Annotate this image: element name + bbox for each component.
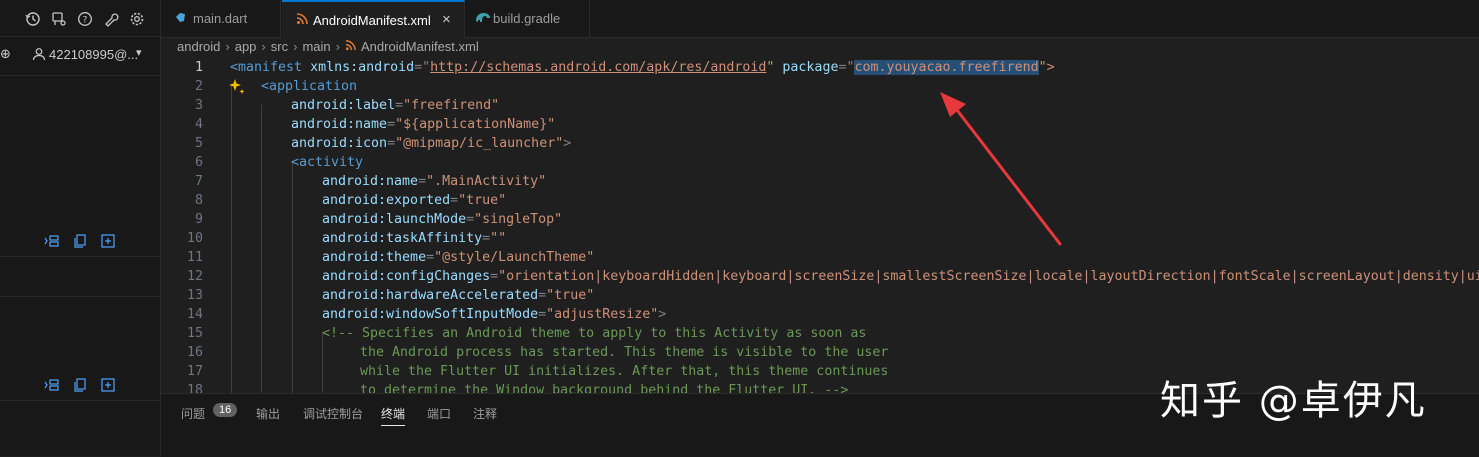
code-line: android:windowSoftInputMode="adjustResiz… — [322, 307, 667, 322]
divider — [0, 256, 160, 257]
code-line: android:hardwareAccelerated="true" — [322, 288, 595, 303]
new-icon[interactable] — [101, 378, 115, 392]
chevron-down-icon[interactable]: ▾ — [136, 46, 142, 59]
watermark: 知乎 @卓伊凡 — [1160, 378, 1427, 424]
line-number: 7 — [194, 174, 203, 189]
code-line: <manifest xmlns:android="http://schemas.… — [230, 60, 1055, 75]
breadcrumb-item[interactable]: app — [235, 39, 257, 54]
line-number: 4 — [194, 117, 203, 132]
divider — [0, 75, 160, 76]
history-icon[interactable] — [25, 11, 41, 27]
sidebar-toolbar: ? — [0, 0, 160, 37]
line-number: 6 — [194, 155, 203, 170]
account-name: 422108995@... — [49, 47, 139, 62]
line-number: 18 — [186, 383, 203, 393]
sidebar: ? ⊕ 422108995@... ▾ — [0, 0, 161, 456]
code-line: <activity — [291, 155, 364, 170]
close-icon[interactable]: × — [442, 11, 451, 28]
line-number: 11 — [186, 250, 203, 265]
code-line: android:label="freefirend" — [291, 98, 500, 113]
wrench-icon[interactable] — [103, 11, 119, 27]
section-actions — [40, 376, 160, 396]
account-row[interactable]: ⊕ 422108995@... ▾ — [0, 44, 160, 66]
code-line: android:icon="@mipmap/ic_launcher"> — [291, 136, 572, 151]
line-number: 12 — [186, 269, 203, 284]
line-number: 15 — [186, 326, 203, 341]
new-icon[interactable] — [101, 234, 115, 248]
code-line: android:taskAffinity="" — [322, 231, 507, 246]
indent-guide — [231, 86, 232, 393]
copy-icon[interactable] — [73, 234, 87, 248]
panel-tab-debug-console[interactable]: 调试控制台 — [303, 405, 363, 422]
divider — [0, 400, 160, 401]
user-icon — [32, 48, 46, 61]
indent-guide — [292, 162, 293, 393]
panel-tab-ports[interactable]: 端口 — [427, 405, 451, 422]
code-line: android:configChanges="orientation|keybo… — [322, 269, 1479, 284]
code-line: <!-- Specifies an Android theme to apply… — [322, 326, 867, 341]
rss-icon — [345, 40, 356, 51]
line-number: 9 — [194, 212, 203, 227]
line-number: 14 — [186, 307, 203, 322]
editor-tabs: main.dart AndroidManifest.xml × build.gr… — [161, 0, 1479, 38]
rss-icon — [296, 13, 308, 25]
collapse-icon[interactable] — [44, 234, 59, 248]
code-line: android:name="${applicationName}" — [291, 117, 556, 132]
code-line: android:exported="true" — [322, 193, 507, 208]
elephant-icon — [476, 13, 490, 22]
add-icon[interactable]: ⊕ — [0, 46, 11, 62]
copy-icon[interactable] — [73, 378, 87, 392]
line-number: 10 — [186, 231, 203, 246]
line-number: 13 — [186, 288, 203, 303]
panel-tab-terminal[interactable]: 终端 — [381, 405, 406, 426]
panel-tab-comments[interactable]: 注释 — [473, 405, 497, 422]
code-line: android:launchMode="singleTop" — [322, 212, 563, 227]
tab-build-gradle[interactable]: build.gradle — [466, 0, 590, 37]
pull-request-icon[interactable] — [51, 11, 67, 27]
collapse-icon[interactable] — [44, 378, 59, 392]
section-actions — [40, 232, 160, 252]
sparkle-icon[interactable] — [228, 78, 246, 96]
breadcrumb-item[interactable]: android — [177, 39, 220, 54]
gear-icon[interactable] — [129, 11, 145, 27]
line-number: 8 — [194, 193, 203, 208]
line-number: 16 — [186, 345, 203, 360]
svg-text:?: ? — [83, 16, 88, 26]
breadcrumb-item[interactable]: main — [302, 39, 330, 54]
line-number: 1 — [194, 60, 203, 75]
code-line: while the Flutter UI initializes. After … — [360, 364, 889, 379]
code-line: android:theme="@style/LaunchTheme" — [322, 250, 595, 265]
line-number: 5 — [194, 136, 203, 151]
tab-main-dart[interactable]: main.dart — [161, 0, 281, 37]
divider — [0, 296, 160, 297]
line-number: 3 — [194, 98, 203, 113]
breadcrumb: android › app › src › main › AndroidManifest.xml — [177, 39, 479, 54]
selected-text: com.youyacao.freefirend — [854, 60, 1039, 75]
code-line: <application — [261, 79, 358, 94]
code-line: android:name=".MainActivity" — [322, 174, 547, 189]
tab-androidmanifest-xml[interactable]: AndroidManifest.xml × — [282, 0, 465, 38]
code-editor[interactable]: 1 2 3 4 5 6 7 8 9 10 11 12 13 14 15 16 1… — [161, 58, 1479, 393]
code-line: to determine the Window background behin… — [360, 383, 849, 393]
panel-tab-problems[interactable]: 问题 — [181, 405, 205, 422]
dart-icon — [176, 13, 185, 22]
help-icon[interactable]: ? — [77, 11, 93, 27]
problems-count-badge: 16 — [213, 403, 238, 417]
breadcrumb-item[interactable]: AndroidManifest.xml — [361, 39, 479, 54]
line-number: 2 — [194, 79, 203, 94]
indent-guide — [261, 105, 262, 393]
breadcrumb-item[interactable]: src — [271, 39, 288, 54]
panel-tab-output[interactable]: 输出 — [256, 405, 280, 422]
line-number: 17 — [186, 364, 203, 379]
code-line: the Android process has started. This th… — [360, 345, 889, 360]
